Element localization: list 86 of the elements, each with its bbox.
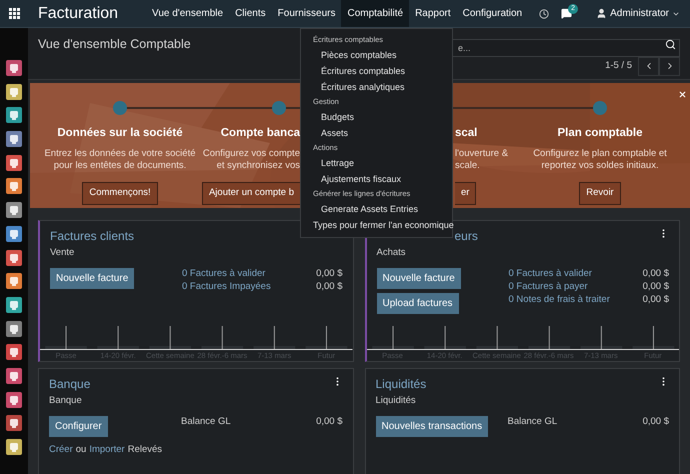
action-button[interactable]: Upload factures	[376, 293, 459, 314]
action-button[interactable]: Nouvelles transactions	[376, 416, 488, 438]
app-brand: Facturation	[38, 4, 118, 24]
app-icon[interactable]	[6, 131, 22, 148]
chat-icon[interactable]	[561, 8, 572, 19]
page-title: Vue d'ensemble Comptable	[38, 36, 191, 53]
clock-icon[interactable]	[539, 8, 550, 18]
app-icon[interactable]	[6, 344, 22, 360]
nav-menu-item[interactable]: Configuration	[456, 0, 528, 27]
footer-text: Relevés	[128, 443, 162, 458]
card-subtitle: Liquidités	[376, 394, 417, 408]
summary-amount: 0,00 $	[642, 281, 669, 294]
app-icon[interactable]	[6, 84, 22, 100]
close-icon[interactable]	[678, 90, 687, 99]
action-button[interactable]: Configurer	[49, 416, 108, 438]
step-button[interactable]: Revoir	[579, 182, 621, 204]
footer-text: ou	[76, 443, 86, 458]
app-icon[interactable]	[6, 178, 22, 194]
step-description: l'ouverture &	[455, 148, 508, 160]
summary-label[interactable]: 0 Factures à valider	[508, 268, 592, 280]
summary-amount: 0,00 $	[642, 294, 669, 306]
link[interactable]: Importer	[89, 443, 125, 458]
link[interactable]: Créer	[49, 443, 73, 458]
apps-menu-icon[interactable]	[9, 8, 20, 19]
step-button[interactable]: er	[455, 182, 476, 204]
summary-label[interactable]: 0 Factures à payer	[508, 281, 588, 294]
card-title[interactable]: Liquidités	[376, 375, 426, 393]
menu-item[interactable]: Assets	[301, 125, 452, 141]
action-button[interactable]: Nouvelle facture	[50, 268, 134, 290]
menu-item[interactable]: Écritures comptables	[301, 63, 452, 79]
search-icon[interactable]	[665, 38, 676, 50]
app-icon[interactable]	[6, 107, 22, 124]
user-menu[interactable]: Administrator	[610, 6, 669, 21]
step-title: Compte banca	[220, 126, 300, 141]
pager-value: 1-5 / 5	[605, 59, 632, 74]
step-title: Plan comptable	[558, 126, 642, 141]
step-description: Entrez les données de votre société	[44, 148, 196, 160]
menu-item[interactable]: Ajustements fiscaux	[301, 171, 452, 187]
summary-label: Balance GL	[181, 416, 231, 428]
summary-label: Balance GL	[508, 416, 558, 428]
step-description: scale.	[455, 160, 481, 172]
summary-label[interactable]: 0 Factures à valider	[182, 268, 266, 280]
app-icon[interactable]	[6, 226, 22, 242]
app-icon[interactable]	[6, 202, 22, 218]
app-icon[interactable]	[6, 296, 22, 313]
menu-item[interactable]: Types pour fermer l'an economique	[301, 217, 452, 233]
nav-menu-item[interactable]: Clients	[229, 0, 272, 27]
menu-item[interactable]: Budgets	[301, 109, 452, 125]
app-icon[interactable]	[6, 320, 22, 337]
card-title[interactable]: Banque	[49, 375, 90, 393]
step-description: Configurez vos compte	[202, 148, 300, 160]
menu-item[interactable]: Lettrage	[301, 155, 452, 171]
nav-menu-item[interactable]: Comptabilité	[341, 0, 410, 27]
card-subtitle: Banque	[49, 394, 83, 408]
user-icon	[596, 8, 608, 19]
step-description: et synchronisez vos	[216, 160, 300, 172]
summary-amount: 0,00 $	[316, 281, 342, 294]
app-icon[interactable]	[6, 415, 22, 432]
app-icon[interactable]	[6, 392, 22, 408]
app-icon[interactable]	[6, 368, 22, 384]
summary-amount: 0,00 $	[642, 268, 669, 280]
card-subtitle: Vente	[50, 246, 76, 260]
summary-label[interactable]: 0 Notes de frais à traiter	[508, 294, 610, 306]
step-description: Configurez le plan comptable et	[533, 148, 667, 160]
step-description: pour les entêtes de documents.	[52, 160, 188, 172]
nav-menu-item[interactable]: Fournisseurs	[272, 0, 342, 27]
step-button[interactable]: Commençons!	[82, 182, 158, 204]
menu-item[interactable]: Écritures analytiques	[301, 79, 452, 95]
app-icon[interactable]	[6, 154, 22, 171]
nav-menu-item[interactable]: Rapport	[409, 0, 457, 27]
action-button[interactable]: Nouvelle facture	[376, 268, 461, 290]
step-button[interactable]: Ajouter un compte b	[202, 182, 300, 204]
summary-label[interactable]: 0 Factures Impayées	[182, 281, 271, 294]
menu-item[interactable]: Generate Assets Entries	[301, 201, 452, 217]
card-title[interactable]: eurs	[454, 227, 478, 245]
app-icon[interactable]	[6, 250, 22, 266]
summary-amount: 0,00 $	[642, 416, 669, 428]
card-subtitle: Achats	[376, 246, 407, 260]
nav-menu-item[interactable]: Vue d'ensemble	[146, 0, 230, 27]
step-title: Données sur la société	[57, 126, 183, 141]
step-title: scal	[455, 126, 478, 141]
card-title[interactable]: Factures clients	[50, 227, 134, 245]
summary-amount: 0,00 $	[316, 416, 342, 428]
app-icon[interactable]	[6, 273, 22, 290]
step-description: reportez vos soldes initiaux.	[540, 160, 660, 172]
summary-amount: 0,00 $	[316, 268, 342, 280]
